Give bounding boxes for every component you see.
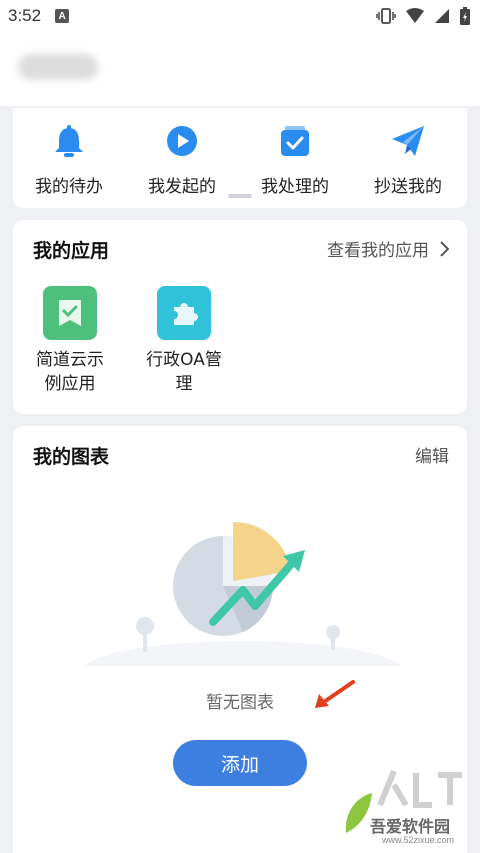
play-circle-icon bbox=[167, 126, 197, 156]
app-jiandaoyun-demo[interactable]: 简道云示 例应用 bbox=[15, 286, 125, 396]
app-label: 行政OA管 理 bbox=[146, 350, 222, 394]
app-icon-tile bbox=[43, 286, 97, 340]
watermark-url: www.52zixue.com bbox=[382, 835, 455, 845]
edit-link[interactable]: 编辑 bbox=[415, 442, 449, 467]
my-charts-title: 我的图表 bbox=[33, 446, 110, 468]
puzzle-icon bbox=[174, 303, 198, 325]
watermark-name: 吾爱软件园 bbox=[370, 817, 451, 836]
watermark-logo bbox=[376, 765, 466, 819]
site-watermark: 吾爱软件园 www.52zixue.com bbox=[342, 765, 474, 849]
page-indicator bbox=[228, 194, 252, 198]
my-apps-title: 我的应用 bbox=[33, 240, 110, 262]
vibrate-icon bbox=[376, 8, 396, 24]
empty-charts-text: 暂无图表 bbox=[206, 693, 274, 713]
paper-plane-icon bbox=[392, 126, 424, 156]
add-chart-button[interactable]: 添加 bbox=[173, 740, 307, 786]
header bbox=[0, 32, 480, 106]
status-time: 3:52 bbox=[8, 6, 42, 25]
quick-item-handled[interactable]: 我处理的 bbox=[245, 124, 345, 197]
app-admin-oa[interactable]: 行政OA管 理 bbox=[129, 286, 239, 396]
app-label: 简道云示 例应用 bbox=[36, 350, 104, 394]
quick-item-cc[interactable]: 抄送我的 bbox=[358, 124, 458, 197]
blurred-user-name bbox=[18, 54, 98, 80]
quick-actions-card: 我的待办 我发起的 我处理的 抄送我的 bbox=[13, 108, 467, 208]
view-my-apps-link[interactable]: 查看我的应用 bbox=[327, 236, 449, 261]
app-icon-tile bbox=[157, 286, 211, 340]
quick-item-label: 抄送我的 bbox=[374, 177, 442, 197]
quick-item-label: 我发起的 bbox=[148, 177, 216, 197]
battery-icon bbox=[460, 7, 470, 25]
bell-icon bbox=[55, 125, 83, 157]
chevron-right-icon bbox=[440, 240, 449, 257]
edit-label: 编辑 bbox=[415, 447, 449, 467]
view-my-apps-label: 查看我的应用 bbox=[327, 241, 429, 261]
wifi-icon bbox=[406, 8, 424, 23]
quick-item-label: 我处理的 bbox=[261, 177, 329, 197]
check-tray-icon bbox=[281, 126, 309, 156]
status-icons bbox=[376, 7, 470, 25]
my-apps-card: 我的应用 查看我的应用 简道云示 例应用 行政OA管 理 bbox=[13, 220, 467, 414]
signal-icon bbox=[435, 9, 449, 23]
quick-item-label: 我的待办 bbox=[35, 177, 103, 197]
quick-item-todo[interactable]: 我的待办 bbox=[19, 124, 119, 197]
quick-item-initiated[interactable]: 我发起的 bbox=[132, 124, 232, 197]
status-bar: 3:52 A bbox=[0, 0, 480, 32]
empty-chart-illustration bbox=[85, 521, 401, 666]
notification-icon: A bbox=[55, 9, 70, 23]
bookmark-check-icon bbox=[59, 300, 81, 326]
